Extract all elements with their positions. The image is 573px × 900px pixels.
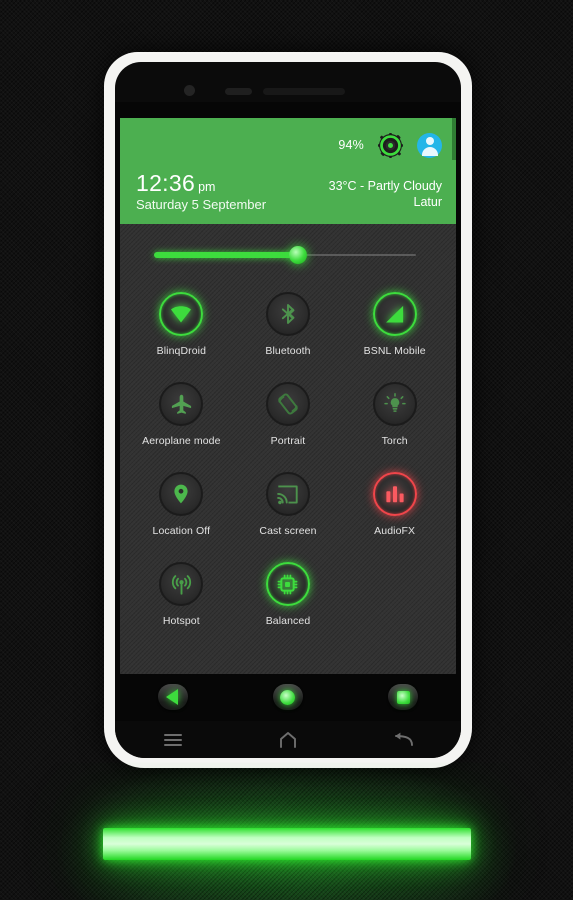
rotation-icon[interactable] [265,382,310,426]
recents-button[interactable] [380,680,426,714]
back-icon [157,684,188,710]
clock-time: 12:36 [136,170,196,196]
shade-scrollbar[interactable] [452,118,456,160]
glow-bar-area [0,802,573,882]
tile-bluetooth[interactable]: Bluetooth [235,286,342,376]
quick-settings-tile-grid: BlinqDroid Bluetooth BSNL Mobile Aeropla… [120,286,456,646]
weather-condition: 33°C - Partly Cloudy [328,179,442,194]
tile-label: Torch [381,435,408,447]
clock-line: 12:36 pm [136,170,266,197]
tile-torch[interactable]: Torch [341,376,448,466]
tile-blinqdroid[interactable]: BlinqDroid [128,286,235,376]
tile-label: BlinqDroid [156,345,207,357]
menu-key[interactable] [147,727,199,753]
tile-label: AudioFX [374,525,416,537]
back-key[interactable] [377,727,429,753]
header-status-row: 94% [136,128,442,162]
clock-date: Saturday 5 September [136,196,267,212]
recents-icon [388,684,419,710]
clock-block: 12:36 pm Saturday 5 September [136,170,267,212]
avatar[interactable] [417,132,442,158]
phone-top-furniture [115,62,461,102]
brightness-track[interactable] [154,246,416,264]
header-info-row: 12:36 pm Saturday 5 September 33°C - Part… [136,170,442,212]
clock-ampm: pm [198,180,216,194]
brightness-slider[interactable] [120,224,456,286]
signal-icon[interactable] [372,292,417,336]
tile-label: Cast screen [259,525,317,537]
front-camera-icon [184,85,195,96]
tile-balanced[interactable]: Balanced [235,556,342,646]
proximity-sensor-icon [225,88,252,95]
cast-icon[interactable] [265,472,310,516]
brightness-thumb[interactable] [289,246,308,264]
location-icon[interactable] [159,472,204,516]
weather-city: Latur [413,194,443,209]
capacitive-key-strip [115,721,461,758]
flashlight-icon[interactable] [372,382,417,426]
tile-label: BSNL Mobile [363,345,426,357]
menu-icon [163,733,182,746]
tile-label: Aeroplane mode [142,435,221,447]
navigation-bar [115,674,461,720]
wallpaper-background: 94% 12:36 pm Saturday 5 September 33°C -… [0,0,573,900]
hotspot-icon[interactable] [159,562,204,606]
battery-percentage: 94% [338,138,364,152]
tile-label: Location Off [152,525,211,537]
weather-block[interactable]: 33°C - Partly Cloudy Latur [329,179,442,212]
back-button[interactable] [150,680,196,714]
home-icon [280,731,296,748]
quick-settings-header: 94% 12:36 pm Saturday 5 September 33°C -… [120,118,456,224]
gear-icon[interactable] [378,132,403,158]
bluetooth-icon[interactable] [265,292,310,336]
home-button[interactable] [265,680,311,714]
brightness-fill [154,252,299,258]
tile-hotspot[interactable]: Hotspot [128,556,235,646]
tile-bsnl-mobile[interactable]: BSNL Mobile [341,286,448,376]
wifi-icon[interactable] [159,292,204,336]
tile-portrait[interactable]: Portrait [235,376,342,466]
tile-label: Bluetooth [265,345,311,357]
quick-settings-panel: BlinqDroid Bluetooth BSNL Mobile Aeropla… [120,224,456,674]
tile-location-off[interactable]: Location Off [128,466,235,556]
tile-cast-screen[interactable]: Cast screen [235,466,342,556]
home-icon [272,684,303,710]
phone-bezel: 94% 12:36 pm Saturday 5 September 33°C -… [115,62,461,758]
glowing-green-bar [103,828,471,860]
back-arrow-icon [395,732,414,746]
cpu-chip-icon[interactable] [265,562,310,606]
tile-audiofx[interactable]: AudioFX [341,466,448,556]
home-key[interactable] [262,727,314,753]
equalizer-icon[interactable] [372,472,417,516]
airplane-icon[interactable] [159,382,204,426]
earpiece-speaker-icon [263,88,345,95]
tile-label: Balanced [265,615,311,627]
tile-label: Portrait [270,435,306,447]
tile-aeroplane-mode[interactable]: Aeroplane mode [128,376,235,466]
tile-label: Hotspot [162,615,200,627]
phone-device-mockup: 94% 12:36 pm Saturday 5 September 33°C -… [104,52,472,768]
phone-screen: 94% 12:36 pm Saturday 5 September 33°C -… [115,102,461,721]
